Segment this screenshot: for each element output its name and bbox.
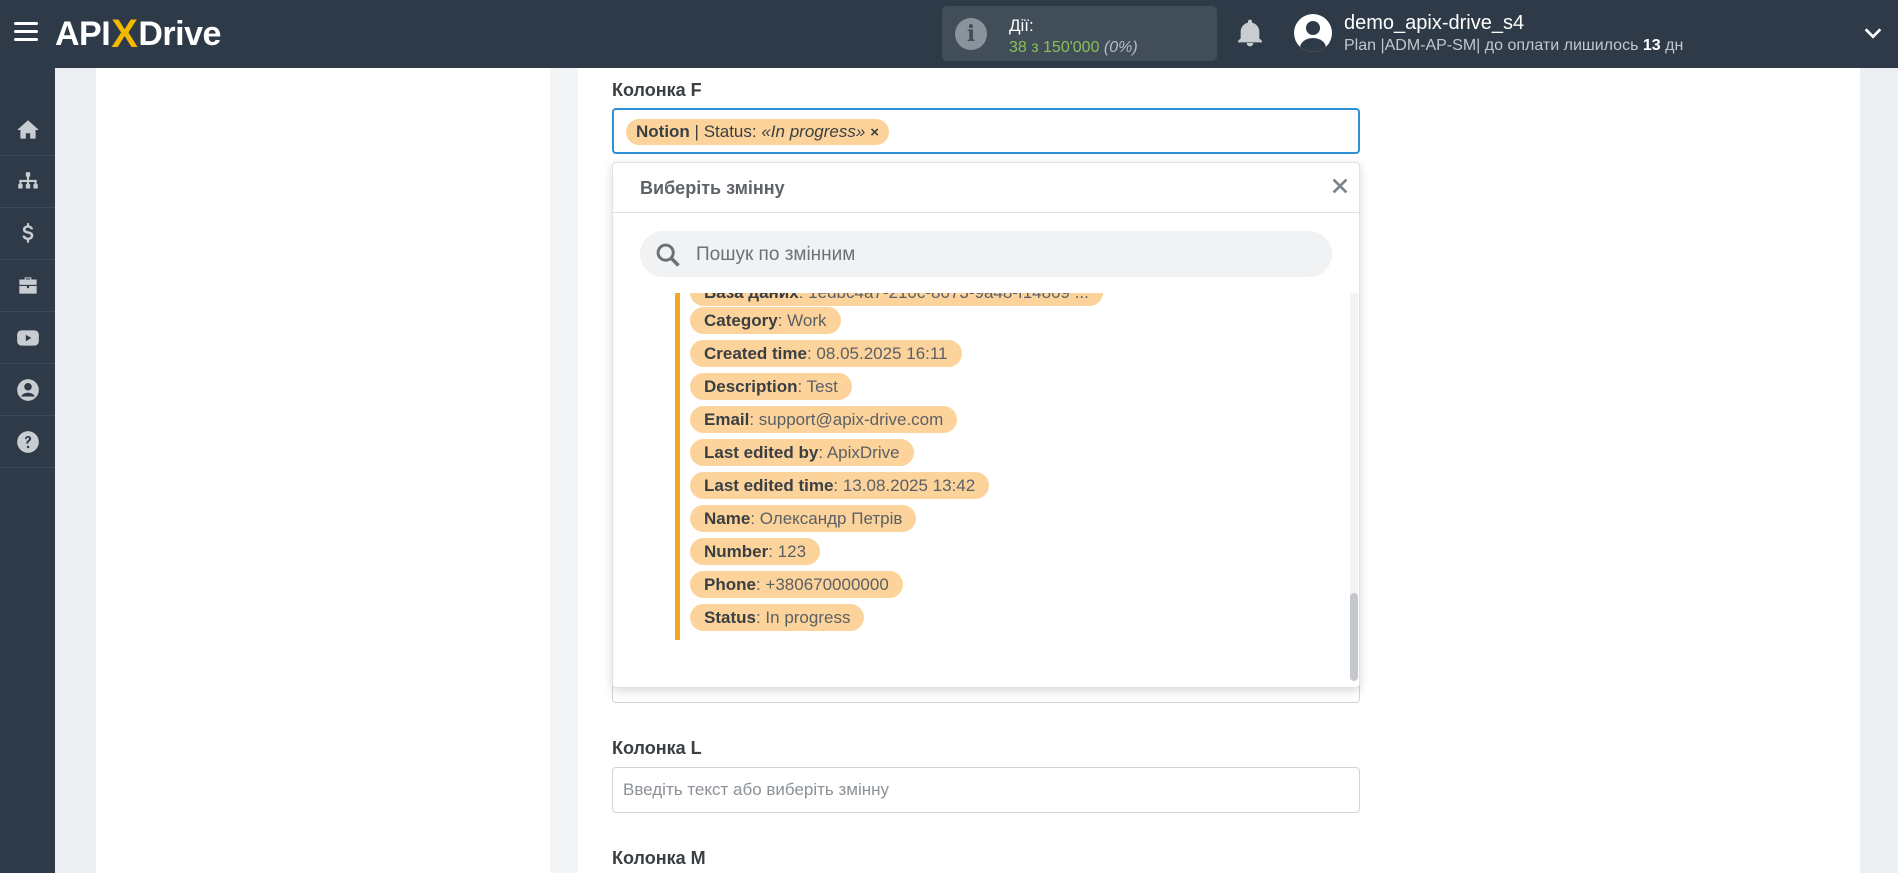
plan-info: Plan |ADM-AP-SM| до оплати лишилось 13 д… xyxy=(1344,37,1684,54)
selected-variable-chip[interactable]: Notion | Status: «In progress» × xyxy=(626,119,890,145)
sidebar-item-home[interactable] xyxy=(0,104,55,156)
variable-chip[interactable]: Created time: 08.05.2025 16:11 xyxy=(690,340,962,367)
column-l-placeholder: Введіть текст або виберіть змінну xyxy=(623,780,890,799)
username[interactable]: demo_apix-drive_s4 xyxy=(1344,12,1524,35)
scrollbar-thumb[interactable] xyxy=(1350,593,1358,681)
variable-chip[interactable]: Description: Test xyxy=(690,373,852,400)
sidebar-item-video[interactable] xyxy=(0,312,55,364)
variable-chip[interactable]: Category: Work xyxy=(690,307,841,334)
variable-chip[interactable]: Last edited time: 13.08.2025 13:42 xyxy=(690,472,990,499)
top-bar: API X Drive i Дії: 38 з 150'000 (0%) demo_… xyxy=(0,0,1898,68)
sitemap-icon xyxy=(17,171,38,188)
right-gutter xyxy=(1860,68,1898,873)
dollar-icon xyxy=(21,222,33,243)
variable-chip[interactable]: База даних: 1edbc4a7-210c-8073-9a48-f148… xyxy=(690,293,1103,306)
dropdown-title: Виберіть змінну xyxy=(640,178,785,198)
chevron-down-icon[interactable] xyxy=(1862,22,1884,44)
variable-chip[interactable]: Last edited by: ApixDrive xyxy=(690,439,914,466)
column-f-field[interactable]: Notion | Status: «In progress» × xyxy=(612,108,1360,154)
variable-chip[interactable]: Status: In progress xyxy=(690,604,865,631)
bell-icon[interactable] xyxy=(1234,16,1266,50)
column-f-label: Колонка F xyxy=(612,80,702,100)
column-m-label: Колонка M xyxy=(612,848,706,868)
menu-icon[interactable] xyxy=(14,22,38,42)
variable-chip[interactable]: Phone: +380670000000 xyxy=(690,571,903,598)
column-l-label: Колонка L xyxy=(612,738,702,758)
sidebar-item-help[interactable] xyxy=(0,416,55,468)
user-circle-icon xyxy=(16,378,39,401)
variable-chip[interactable]: Email: support@apix-drive.com xyxy=(690,406,958,433)
apixdrive-logo[interactable]: API X Drive xyxy=(55,10,221,58)
sidebar-item-account[interactable] xyxy=(0,364,55,416)
actions-label: Дії: xyxy=(1009,16,1034,35)
group-accent-bar xyxy=(675,293,680,640)
variable-search-input[interactable]: Пошук по змінним xyxy=(640,231,1332,277)
variable-picker-dropdown: Виберіть змінну Пошук по змінним База да… xyxy=(612,162,1360,688)
sidebar-item-billing[interactable] xyxy=(0,208,55,260)
variable-chip[interactable]: Number: 123 xyxy=(690,538,821,565)
variable-list: База даних: 1edbc4a7-210c-8073-9a48-f148… xyxy=(613,293,1359,687)
sidebar-item-connections[interactable] xyxy=(0,156,55,208)
actions-counter[interactable]: i Дії: 38 з 150'000 (0%) xyxy=(942,6,1217,61)
remove-chip-icon[interactable]: × xyxy=(870,124,879,141)
info-icon: i xyxy=(955,18,987,50)
search-icon xyxy=(656,243,680,267)
close-icon[interactable] xyxy=(1329,175,1351,197)
variable-chip[interactable]: Name: Олександр Петрів xyxy=(690,505,917,532)
sidebar xyxy=(0,68,55,873)
help-icon xyxy=(16,430,39,453)
left-gutter xyxy=(550,68,578,873)
dropdown-header: Виберіть змінну xyxy=(613,163,1359,213)
actions-value: 38 з 150'000 (0%) xyxy=(1009,39,1138,56)
search-placeholder: Пошук по змінним xyxy=(696,244,856,265)
youtube-icon xyxy=(16,329,39,346)
home-icon xyxy=(16,119,39,139)
column-l-field[interactable]: Введіть текст або виберіть змінну xyxy=(612,767,1360,813)
briefcase-icon xyxy=(18,276,37,294)
avatar[interactable] xyxy=(1294,14,1332,52)
sidebar-item-tools[interactable] xyxy=(0,260,55,312)
